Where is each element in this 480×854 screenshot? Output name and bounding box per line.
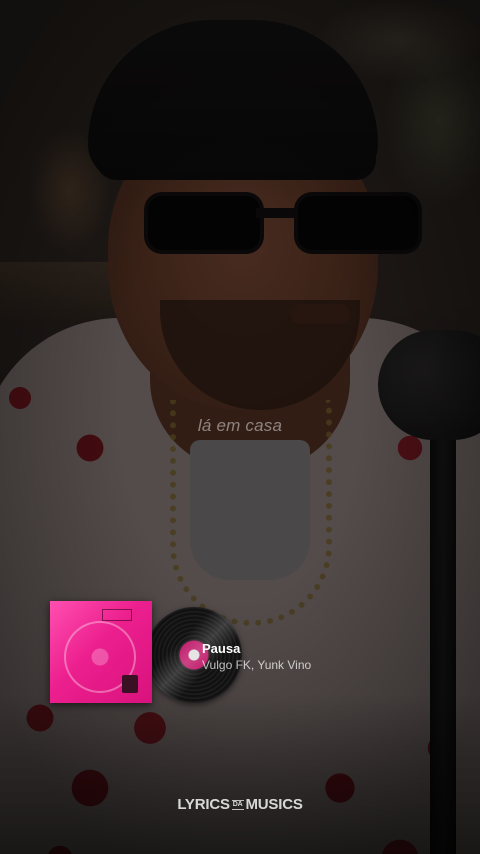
cover-label-graphic <box>102 609 132 621</box>
track-title: Pausa <box>202 641 241 656</box>
track-artist: Vulgo FK, Yunk Vino <box>202 658 312 672</box>
brand-left: LYRICS <box>177 796 230 813</box>
lyric-line: lá em casa <box>197 416 283 435</box>
album-cover <box>50 601 152 703</box>
now-playing-card[interactable]: Pausa Vulgo FK, Yunk Vino <box>50 601 370 703</box>
brand-right: MUSICS <box>245 796 303 813</box>
brand-middle: DA <box>231 800 244 811</box>
cover-tag-graphic <box>122 675 138 693</box>
video-frame: lá em casa Pausa Vulgo FK, Yunk Vino LYR… <box>0 0 480 854</box>
brand-watermark: LYRICS DA MUSICS <box>0 796 480 813</box>
